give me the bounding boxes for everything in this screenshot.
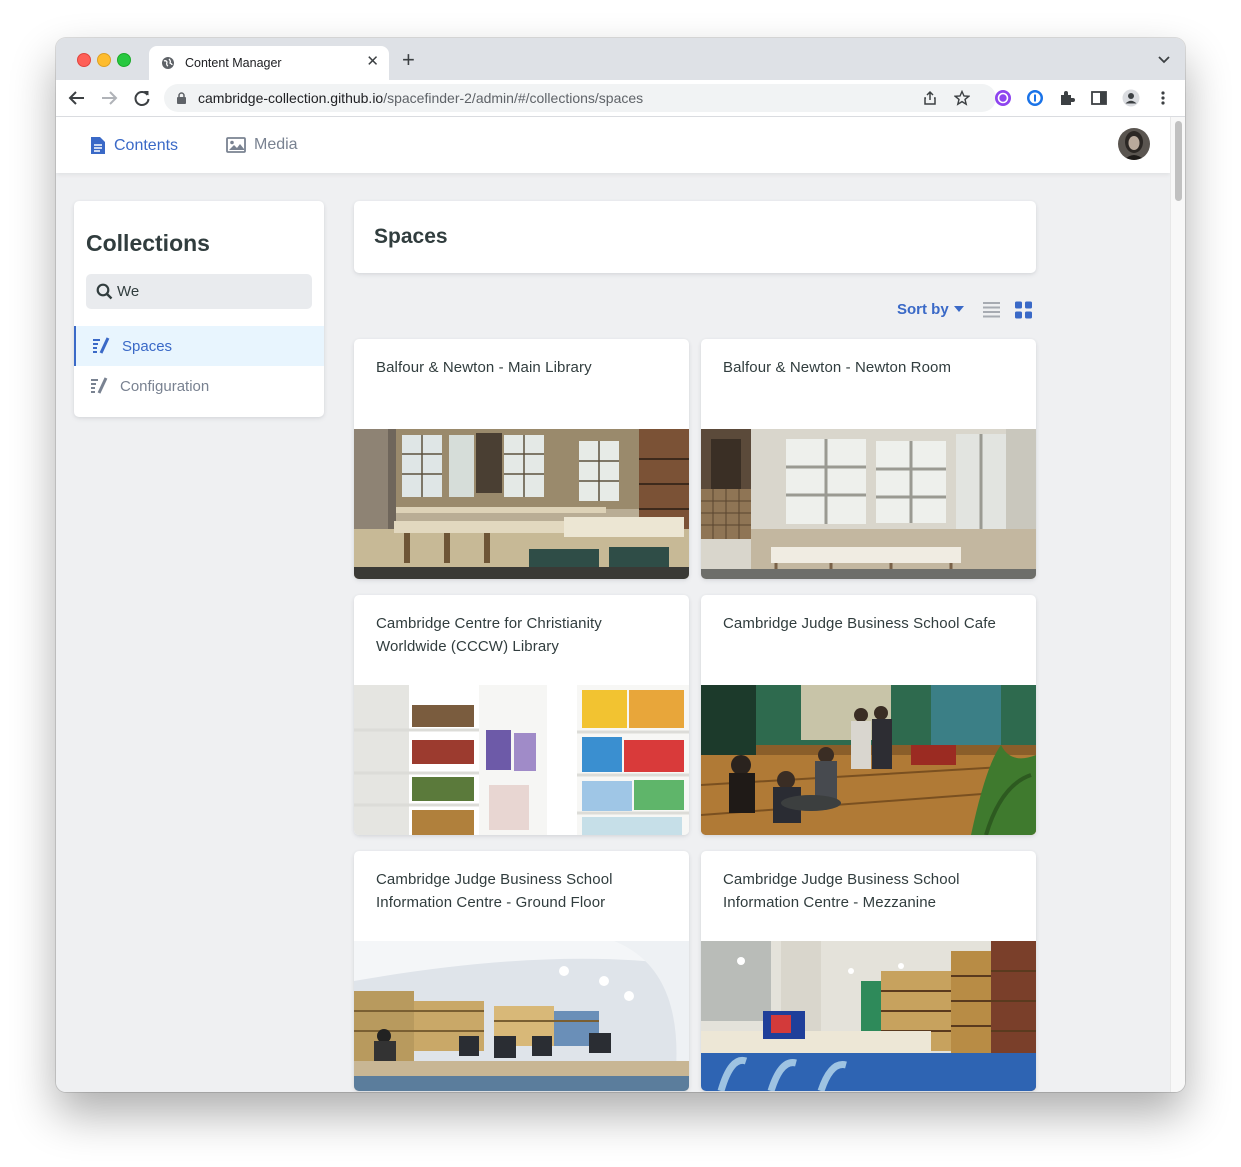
browser-window: Content Manager ✕ + cambridge-collection… [56,38,1185,1092]
tab-close-icon[interactable]: ✕ [366,53,379,71]
card-title: Balfour & Newton - Newton Room [723,359,952,376]
password-manager-icon[interactable] [1026,89,1044,107]
globe-icon [162,57,174,69]
entry-card[interactable]: Cambridge Judge Business School Informat… [354,851,689,1091]
lock-icon [177,92,186,104]
reading-room-image [701,429,1036,579]
maximize-window-button[interactable] [117,53,131,67]
more-vertical-icon[interactable] [1154,89,1172,107]
sidebar-item-configuration[interactable]: Configuration [74,366,324,406]
nav-contents[interactable]: Contents [90,136,178,155]
collection-header: Spaces [354,201,1036,273]
forward-arrow-icon[interactable] [100,89,118,107]
avatar-portrait-icon [1118,128,1150,160]
reload-icon[interactable] [133,89,151,107]
library-interior-image [354,429,689,579]
sort-by-label: Sort by [897,301,949,318]
browser-toolbar: cambridge-collection.github.io/spacefind… [56,80,1185,117]
card-title: Cambridge Centre for Christianity Worldw… [376,615,602,655]
new-tab-button[interactable]: + [402,49,415,71]
card-title: Cambridge Judge Business School Informat… [723,871,960,911]
nav-media[interactable]: Media [226,136,298,154]
bookmark-star-icon[interactable] [954,90,970,106]
user-avatar[interactable] [1118,128,1150,160]
address-bar[interactable]: cambridge-collection.github.io/spacefind… [164,84,996,112]
share-icon[interactable] [922,90,938,106]
back-arrow-icon[interactable] [68,89,86,107]
tab-strip: Content Manager ✕ + [56,38,1185,80]
collection-search [86,274,312,309]
nav-contents-label: Contents [114,136,179,154]
page-scrollbar[interactable] [1170,117,1185,1092]
grid-view-icon[interactable] [1014,301,1033,319]
cafe-image [701,685,1036,835]
document-icon [91,137,105,154]
profile-icon[interactable] [1122,89,1140,107]
page-content: Contents Media Collections Spaces C [56,117,1185,1092]
entry-card[interactable]: Cambridge Judge Business School Cafe [701,595,1036,835]
information-centre-image [354,941,689,1091]
search-input[interactable] [117,274,297,309]
entry-card[interactable]: Balfour & Newton - Newton Room [701,339,1036,579]
sidebar-item-label: Spaces [122,338,173,355]
card-title: Cambridge Judge Business School Cafe [723,615,996,632]
sidebar-title: Collections [86,230,210,256]
scrollbar-thumb[interactable] [1175,121,1182,201]
write-collection-icon [91,377,108,394]
app-header: Contents Media [56,117,1170,173]
browser-tab[interactable]: Content Manager ✕ [149,46,389,80]
nav-media-label: Media [254,136,298,153]
url-text: cambridge-collection.github.io/spacefind… [198,90,643,106]
url-path: /spacefinder-2/admin/#/collections/space… [383,90,644,106]
sort-by-dropdown[interactable]: Sort by [897,301,964,318]
close-window-button[interactable] [77,53,91,67]
side-panel-icon[interactable] [1090,89,1108,107]
search-icon [96,283,113,300]
entry-card[interactable]: Balfour & Newton - Main Library [354,339,689,579]
sidebar-item-label: Configuration [120,378,210,395]
write-collection-icon [93,337,110,354]
card-title: Balfour & Newton - Main Library [376,359,592,376]
sidebar-item-spaces[interactable]: Spaces [74,326,324,366]
url-host: cambridge-collection.github.io [198,90,384,106]
collections-sidebar: Collections Spaces Configuration [74,201,324,417]
entry-card[interactable]: Cambridge Centre for Christianity Worldw… [354,595,689,835]
page-title: Spaces [374,225,448,248]
image-icon [226,137,246,153]
chevron-down-icon[interactable] [1157,52,1171,66]
list-view-icon[interactable] [982,301,1001,319]
minimize-window-button[interactable] [97,53,111,67]
caret-down-icon [953,306,964,312]
mezzanine-image [701,941,1036,1091]
card-title: Cambridge Judge Business School Informat… [376,871,613,911]
bookshelves-image [354,685,689,835]
extensions-puzzle-icon[interactable] [1058,89,1076,107]
extension-purple-icon[interactable] [994,89,1012,107]
entry-card[interactable]: Cambridge Judge Business School Informat… [701,851,1036,1091]
tab-title: Content Manager [185,56,282,70]
